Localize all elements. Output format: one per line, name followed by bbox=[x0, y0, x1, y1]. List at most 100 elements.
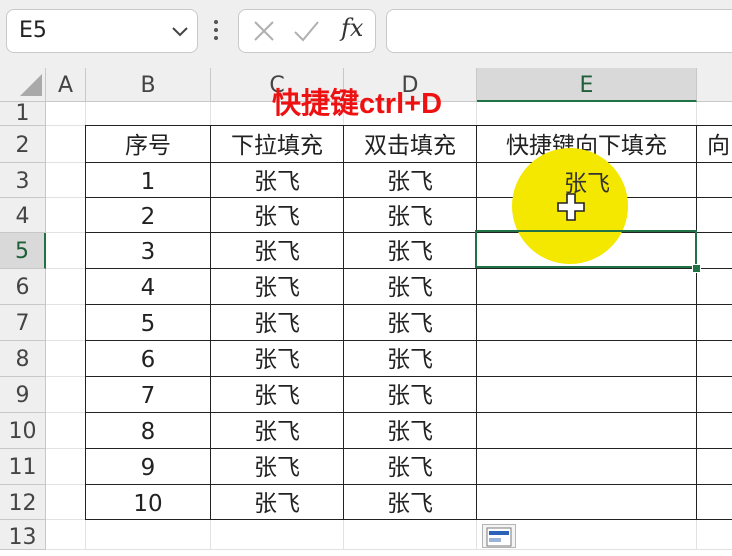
cell-f4[interactable] bbox=[697, 198, 732, 233]
cell-a3[interactable] bbox=[46, 163, 86, 198]
cell-double-click-fill[interactable]: 张飞 bbox=[344, 341, 477, 377]
cell-e1[interactable] bbox=[477, 102, 697, 126]
cell-f6[interactable] bbox=[697, 269, 732, 305]
cell-index[interactable]: 4 bbox=[85, 269, 211, 305]
column-header-a[interactable]: A bbox=[46, 68, 86, 102]
cell-double-click-fill[interactable]: 张飞 bbox=[344, 198, 477, 233]
table-header-index[interactable]: 序号 bbox=[85, 125, 211, 163]
fill-handle[interactable] bbox=[692, 264, 701, 273]
cell-a2[interactable] bbox=[46, 126, 86, 163]
cell-a10[interactable] bbox=[46, 413, 86, 449]
cell-a8[interactable] bbox=[46, 341, 86, 377]
cell-c13[interactable] bbox=[211, 520, 344, 550]
row-header-4[interactable]: 4 bbox=[0, 198, 46, 233]
cell-double-click-fill[interactable]: 张飞 bbox=[344, 233, 477, 269]
cell-double-click-fill[interactable]: 张飞 bbox=[344, 413, 477, 449]
vertical-dots-icon[interactable] bbox=[210, 12, 222, 48]
cell-a13[interactable] bbox=[46, 520, 86, 550]
cell-f1[interactable] bbox=[697, 102, 732, 126]
cell-f9[interactable] bbox=[697, 377, 732, 413]
row-header-13[interactable]: 13 bbox=[0, 520, 46, 550]
name-box[interactable]: E5 bbox=[6, 9, 198, 53]
cell-index[interactable]: 3 bbox=[85, 233, 211, 269]
cell-drag-fill[interactable]: 张飞 bbox=[211, 163, 344, 198]
cell-e10[interactable] bbox=[477, 413, 697, 449]
row-header-8[interactable]: 8 bbox=[0, 341, 46, 377]
cell-drag-fill[interactable]: 张飞 bbox=[211, 269, 344, 305]
column-header-b[interactable]: B bbox=[86, 68, 211, 102]
chevron-down-icon[interactable] bbox=[169, 20, 191, 42]
cell-a12[interactable] bbox=[46, 485, 86, 520]
table-header-double-click-fill[interactable]: 双击填充 bbox=[344, 125, 477, 163]
row-header-5[interactable]: 5 bbox=[0, 233, 46, 269]
cell-e3-value[interactable]: 张飞 bbox=[478, 164, 696, 198]
cell-e8[interactable] bbox=[477, 341, 697, 377]
cell-a7[interactable] bbox=[46, 305, 86, 341]
row-header-3[interactable]: 3 bbox=[0, 163, 46, 198]
cell-f11[interactable] bbox=[697, 449, 732, 485]
cell-index[interactable]: 5 bbox=[85, 305, 211, 341]
cell-drag-fill[interactable]: 张飞 bbox=[211, 305, 344, 341]
column-header-f[interactable] bbox=[697, 68, 732, 102]
cell-index[interactable]: 9 bbox=[85, 449, 211, 485]
active-cell-selection[interactable] bbox=[475, 230, 697, 268]
cell-e7[interactable] bbox=[477, 305, 697, 341]
cell-a9[interactable] bbox=[46, 377, 86, 413]
cell-index[interactable]: 1 bbox=[85, 163, 211, 198]
table-header-drag-fill[interactable]: 下拉填充 bbox=[211, 125, 344, 163]
column-header-e[interactable]: E bbox=[477, 68, 697, 102]
fx-icon[interactable]: fx bbox=[341, 14, 363, 42]
row-header-2[interactable]: 2 bbox=[0, 126, 46, 163]
cell-double-click-fill[interactable]: 张飞 bbox=[344, 485, 477, 520]
row-header-1[interactable]: 1 bbox=[0, 102, 46, 126]
cell-drag-fill[interactable]: 张飞 bbox=[211, 449, 344, 485]
cell-e6[interactable] bbox=[477, 269, 697, 305]
cell-double-click-fill[interactable]: 张飞 bbox=[344, 163, 477, 198]
cell-index[interactable]: 7 bbox=[85, 377, 211, 413]
cell-a5[interactable] bbox=[46, 233, 86, 269]
cell-drag-fill[interactable]: 张飞 bbox=[211, 198, 344, 233]
cell-double-click-fill[interactable]: 张飞 bbox=[344, 269, 477, 305]
table-header-partial[interactable]: 向 bbox=[697, 125, 732, 163]
cell-f7[interactable] bbox=[697, 305, 732, 341]
cell-double-click-fill[interactable]: 张飞 bbox=[344, 305, 477, 341]
cell-double-click-fill[interactable]: 张飞 bbox=[344, 377, 477, 413]
cell-a1[interactable] bbox=[46, 102, 86, 126]
cell-b13[interactable] bbox=[86, 520, 211, 550]
cell-f10[interactable] bbox=[697, 413, 732, 449]
cell-d13[interactable] bbox=[344, 520, 477, 550]
row-header-6[interactable]: 6 bbox=[0, 269, 46, 305]
cell-f3[interactable] bbox=[697, 163, 732, 198]
cell-drag-fill[interactable]: 张飞 bbox=[211, 485, 344, 520]
cell-b1[interactable] bbox=[86, 102, 211, 126]
row-header-12[interactable]: 12 bbox=[0, 485, 46, 520]
cell-drag-fill[interactable]: 张飞 bbox=[211, 377, 344, 413]
cell-a6[interactable] bbox=[46, 269, 86, 305]
cell-f5[interactable] bbox=[697, 233, 732, 269]
cell-index[interactable]: 2 bbox=[85, 198, 211, 233]
cell-f13[interactable] bbox=[697, 520, 732, 550]
formula-input[interactable] bbox=[386, 9, 732, 53]
cell-index[interactable]: 6 bbox=[85, 341, 211, 377]
cell-e12[interactable] bbox=[477, 485, 697, 520]
cancel-x-icon[interactable] bbox=[249, 16, 279, 46]
cell-f8[interactable] bbox=[697, 341, 732, 377]
check-icon[interactable] bbox=[291, 16, 321, 46]
cell-a4[interactable] bbox=[46, 198, 86, 233]
cell-e9[interactable] bbox=[477, 377, 697, 413]
cell-a11[interactable] bbox=[46, 449, 86, 485]
cell-index[interactable]: 8 bbox=[85, 413, 211, 449]
cell-e11[interactable] bbox=[477, 449, 697, 485]
cell-drag-fill[interactable]: 张飞 bbox=[211, 413, 344, 449]
row-header-10[interactable]: 10 bbox=[0, 413, 46, 449]
cell-double-click-fill[interactable]: 张飞 bbox=[344, 449, 477, 485]
cell-drag-fill[interactable]: 张飞 bbox=[211, 341, 344, 377]
cell-f12[interactable] bbox=[697, 485, 732, 520]
row-header-9[interactable]: 9 bbox=[0, 377, 46, 413]
cell-index[interactable]: 10 bbox=[85, 485, 211, 520]
select-all-corner[interactable] bbox=[0, 68, 46, 102]
row-header-11[interactable]: 11 bbox=[0, 449, 46, 485]
row-header-7[interactable]: 7 bbox=[0, 305, 46, 341]
auto-fill-options-button[interactable] bbox=[482, 524, 516, 548]
cell-drag-fill[interactable]: 张飞 bbox=[211, 233, 344, 269]
